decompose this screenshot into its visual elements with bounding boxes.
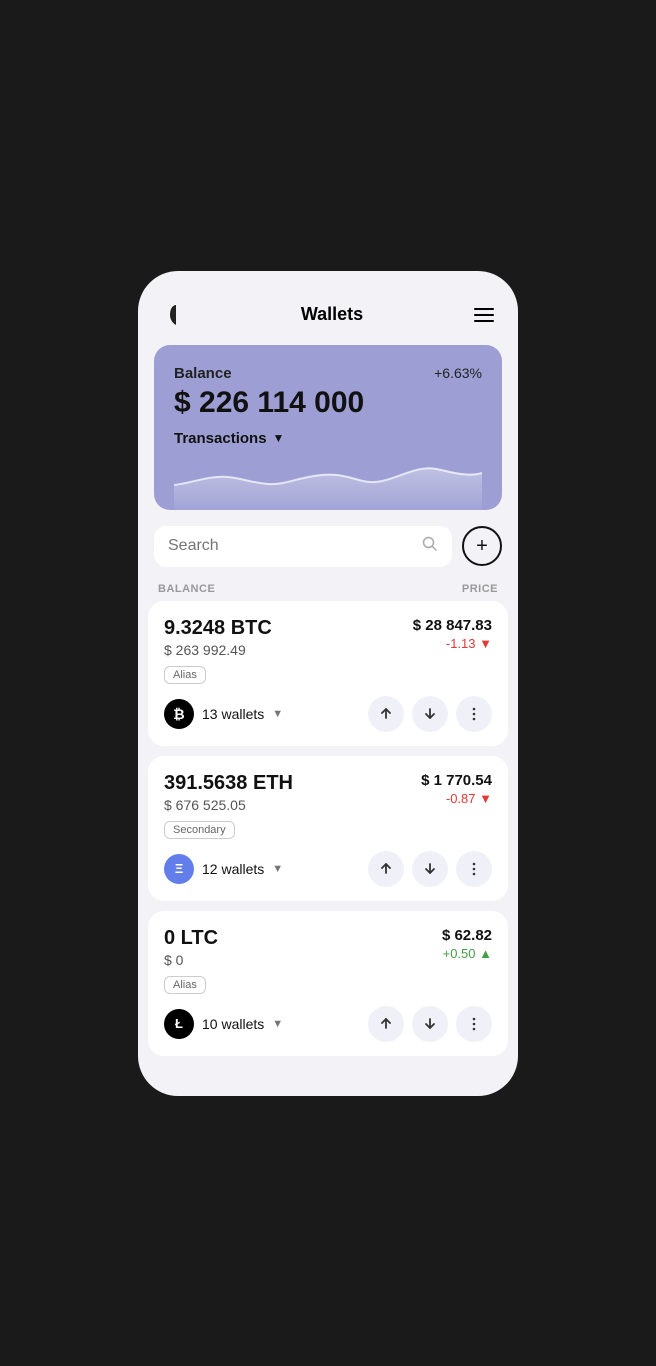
balance-amount: $ 226 114 000: [174, 386, 482, 420]
coin-usd-ltc: $ 0: [164, 952, 218, 968]
balance-label: Balance: [174, 365, 232, 382]
eth-icon: Ξ: [164, 854, 194, 884]
ltc-actions: [368, 1006, 492, 1042]
eth-receive-button[interactable]: [412, 851, 448, 887]
phone-container: Wallets Balance +6.63% $ 226 114 000 Tra…: [138, 271, 518, 1096]
btc-send-button[interactable]: [368, 696, 404, 732]
coin-wallets-eth[interactable]: Ξ 12 wallets ▼: [164, 854, 283, 884]
coin-change-eth: -0.87 ▼: [421, 791, 492, 806]
search-input[interactable]: [168, 537, 414, 555]
balance-column-header: BALANCE: [158, 583, 215, 595]
search-icon: [422, 536, 438, 557]
ltc-more-button[interactable]: [456, 1006, 492, 1042]
ltc-receive-button[interactable]: [412, 1006, 448, 1042]
coin-card-ltc: 0 LTC $ 0 Alias $ 62.82 +0.50 ▲ Ł 10 wal…: [148, 911, 508, 1056]
add-wallet-button[interactable]: +: [462, 526, 502, 566]
coin-usd-eth: $ 676 525.05: [164, 797, 293, 813]
ltc-wallets-chevron-icon: ▼: [272, 1018, 283, 1030]
eth-wallet-count: 12 wallets: [202, 861, 264, 877]
coin-price-ltc: $ 62.82: [442, 927, 492, 944]
coin-badge-btc: Alias: [164, 666, 206, 684]
btc-more-button[interactable]: [456, 696, 492, 732]
transactions-button[interactable]: Transactions ▼: [174, 430, 482, 447]
btc-receive-button[interactable]: [412, 696, 448, 732]
transactions-label: Transactions: [174, 430, 267, 447]
page-title: Wallets: [301, 304, 363, 325]
ltc-wallet-count: 10 wallets: [202, 1016, 264, 1032]
transactions-chevron-icon: ▼: [273, 431, 285, 445]
coin-card-eth: 391.5638 ETH $ 676 525.05 Secondary $ 1 …: [148, 756, 508, 901]
btc-wallets-chevron-icon: ▼: [272, 708, 283, 720]
search-row: +: [138, 510, 518, 575]
balance-card: Balance +6.63% $ 226 114 000 Transaction…: [154, 345, 502, 510]
coin-usd-btc: $ 263 992.49: [164, 642, 272, 658]
coin-change-btc: -1.13 ▼: [413, 636, 492, 651]
coin-name-btc: 9.3248 BTC: [164, 617, 272, 640]
ltc-icon: Ł: [164, 1009, 194, 1039]
coin-badge-ltc: Alias: [164, 976, 206, 994]
menu-button[interactable]: [474, 308, 494, 322]
coin-card-btc: 9.3248 BTC $ 263 992.49 Alias $ 28 847.8…: [148, 601, 508, 746]
search-box: [154, 526, 452, 567]
coin-wallets-ltc[interactable]: Ł 10 wallets ▼: [164, 1009, 283, 1039]
price-column-header: PRICE: [462, 583, 498, 595]
balance-percent: +6.63%: [434, 365, 482, 381]
column-headers: BALANCE PRICE: [138, 575, 518, 601]
coin-price-btc: $ 28 847.83: [413, 617, 492, 634]
btc-wallet-count: 13 wallets: [202, 706, 264, 722]
eth-wallets-chevron-icon: ▼: [272, 863, 283, 875]
btc-actions: [368, 696, 492, 732]
coin-name-ltc: 0 LTC: [164, 927, 218, 950]
coins-list: 9.3248 BTC $ 263 992.49 Alias $ 28 847.8…: [138, 601, 518, 1066]
eth-send-button[interactable]: [368, 851, 404, 887]
balance-chart: [174, 455, 482, 510]
eth-actions: [368, 851, 492, 887]
btc-icon: ₿: [164, 699, 194, 729]
coin-price-eth: $ 1 770.54: [421, 772, 492, 789]
coin-wallets-btc[interactable]: ₿ 13 wallets ▼: [164, 699, 283, 729]
app-logo: [162, 301, 190, 329]
eth-more-button[interactable]: [456, 851, 492, 887]
header: Wallets: [138, 291, 518, 345]
coin-badge-eth: Secondary: [164, 821, 235, 839]
coin-name-eth: 391.5638 ETH: [164, 772, 293, 795]
coin-change-ltc: +0.50 ▲: [442, 946, 492, 961]
ltc-send-button[interactable]: [368, 1006, 404, 1042]
